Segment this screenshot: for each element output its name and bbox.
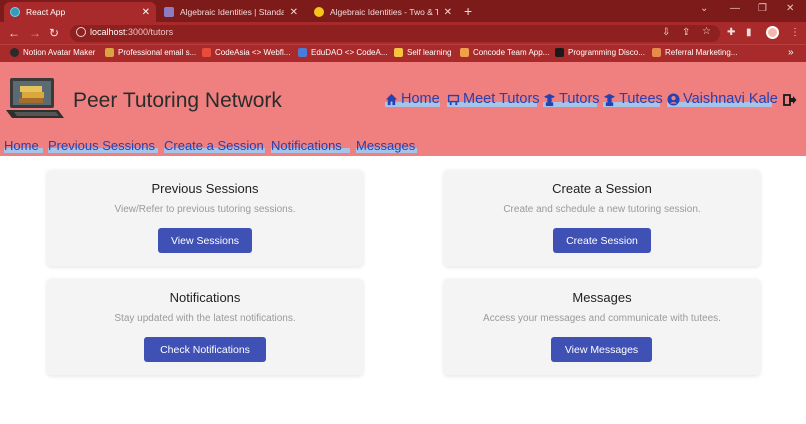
bookmark-item[interactable]: CodeAsia <> Webfl...: [202, 48, 290, 57]
bookmark-item[interactable]: Referral Marketing...: [652, 48, 737, 57]
more-bookmarks-icon[interactable]: »: [788, 47, 794, 58]
create-session-button[interactable]: Create Session: [553, 228, 651, 253]
menu-icon[interactable]: ⋮: [790, 27, 800, 38]
view-messages-button[interactable]: View Messages: [551, 337, 652, 362]
bookmark-item[interactable]: Programming Disco...: [555, 48, 645, 57]
card-description: Stay updated with the latest notificatio…: [114, 313, 296, 324]
brand-title: Peer Tutoring Network: [73, 89, 282, 112]
tab-search-icon[interactable]: ⌄: [700, 3, 708, 14]
react-icon: [10, 7, 20, 17]
card-description: View/Refer to previous tutoring sessions…: [114, 204, 296, 215]
url-text: localhost:3000/tutors: [90, 27, 174, 37]
card-notifications: Notifications Stay updated with the late…: [47, 279, 363, 375]
bookmark-icon: [394, 48, 403, 57]
browser-tab-bar: React App ✕ Algebraic Identities | Stand…: [0, 0, 806, 22]
bookmark-item[interactable]: Notion Avatar Maker: [10, 48, 95, 57]
bookmark-star-icon[interactable]: ☆: [702, 26, 711, 37]
nav-meet-tutors[interactable]: Meet Tutors: [447, 91, 540, 107]
nav-tutees[interactable]: Tutees: [603, 91, 663, 107]
laptop-books-logo: [6, 78, 64, 118]
extensions-icon[interactable]: ✚: [727, 27, 735, 38]
card-description: Create and schedule a new tutoring sessi…: [503, 204, 701, 215]
address-bar[interactable]: localhost:3000/tutors ⇩ ⇪ ☆: [70, 25, 720, 42]
bookmark-item[interactable]: EduDAO <> CodeA...: [298, 48, 388, 57]
nav-home[interactable]: Home: [385, 91, 440, 107]
bookmark-icon: [652, 48, 661, 57]
site-info-icon[interactable]: [76, 27, 86, 37]
card-messages: Messages Access your messages and commun…: [444, 279, 760, 375]
subnav-create-session[interactable]: Create a Session: [164, 138, 264, 153]
dev-icon: [555, 48, 564, 57]
bookmarks-bar: Notion Avatar Maker Professional email s…: [0, 44, 806, 62]
site-icon: [164, 7, 174, 17]
forward-icon[interactable]: →: [29, 26, 41, 40]
card-title: Notifications: [169, 290, 241, 305]
bookmark-item[interactable]: Self learning: [394, 48, 451, 57]
bookmark-item[interactable]: Concode Team App...: [460, 48, 549, 57]
install-icon[interactable]: ⇩: [662, 27, 670, 38]
reload-icon[interactable]: ↻: [49, 26, 59, 40]
bookmark-item[interactable]: Professional email s...: [105, 48, 196, 57]
close-tab-icon[interactable]: ✕: [444, 7, 452, 18]
browser-tab-algebraic-1[interactable]: Algebraic Identities | Standard Al ✕: [158, 2, 304, 22]
bookmark-icon: [105, 48, 114, 57]
bookmark-icon: [460, 48, 469, 57]
card-title: Messages: [572, 290, 632, 305]
view-sessions-button[interactable]: View Sessions: [158, 228, 252, 253]
back-icon[interactable]: ←: [8, 26, 20, 40]
minimize-icon[interactable]: —: [730, 3, 740, 14]
subnav-notifications[interactable]: Notifications: [271, 138, 342, 153]
home-icon: [385, 93, 398, 105]
chalkboard-icon: [447, 94, 460, 105]
browser-toolbar: ← → ↻ localhost:3000/tutors ⇩ ⇪ ☆ ✚ ▮ ⋮: [0, 22, 806, 44]
logout-icon[interactable]: [783, 93, 797, 107]
card-title: Previous Sessions: [151, 181, 259, 196]
check-notifications-button[interactable]: Check Notifications: [144, 337, 266, 362]
nav-user-profile[interactable]: Vaishnavi Kale: [667, 91, 778, 107]
student-icon: [603, 93, 616, 106]
nav-tutors[interactable]: Tutors: [543, 91, 600, 107]
user-circle-icon: [667, 92, 680, 106]
share-icon[interactable]: ⇪: [682, 27, 690, 38]
browser-tab-react-app[interactable]: React App ✕: [4, 2, 156, 22]
card-title: Create a Session: [552, 181, 652, 196]
app-header: Peer Tutoring Network Home Meet Tutors T…: [0, 62, 806, 156]
teacher-icon: [543, 93, 556, 106]
bookmark-icon: [202, 48, 211, 57]
card-previous-sessions: Previous Sessions View/Refer to previous…: [47, 170, 363, 266]
card-description: Access your messages and communicate wit…: [483, 313, 721, 324]
close-tab-icon[interactable]: ✕: [142, 7, 150, 18]
close-window-icon[interactable]: ✕: [786, 3, 794, 14]
subnav-home[interactable]: Home: [4, 138, 39, 153]
subnav-messages[interactable]: Messages: [356, 138, 415, 153]
maximize-icon[interactable]: ❐: [758, 3, 767, 14]
card-create-session: Create a Session Create and schedule a n…: [444, 170, 760, 266]
new-tab-icon[interactable]: +: [464, 3, 472, 19]
site-icon: [314, 7, 324, 17]
docs-icon: [298, 48, 307, 57]
side-panel-icon[interactable]: ▮: [746, 27, 752, 38]
notion-icon: [10, 48, 19, 57]
browser-tab-algebraic-2[interactable]: Algebraic Identities - Two & Thre ✕: [308, 2, 458, 22]
close-tab-icon[interactable]: ✕: [290, 7, 298, 18]
profile-avatar[interactable]: [766, 26, 779, 39]
subnav-previous-sessions[interactable]: Previous Sessions: [48, 138, 155, 153]
